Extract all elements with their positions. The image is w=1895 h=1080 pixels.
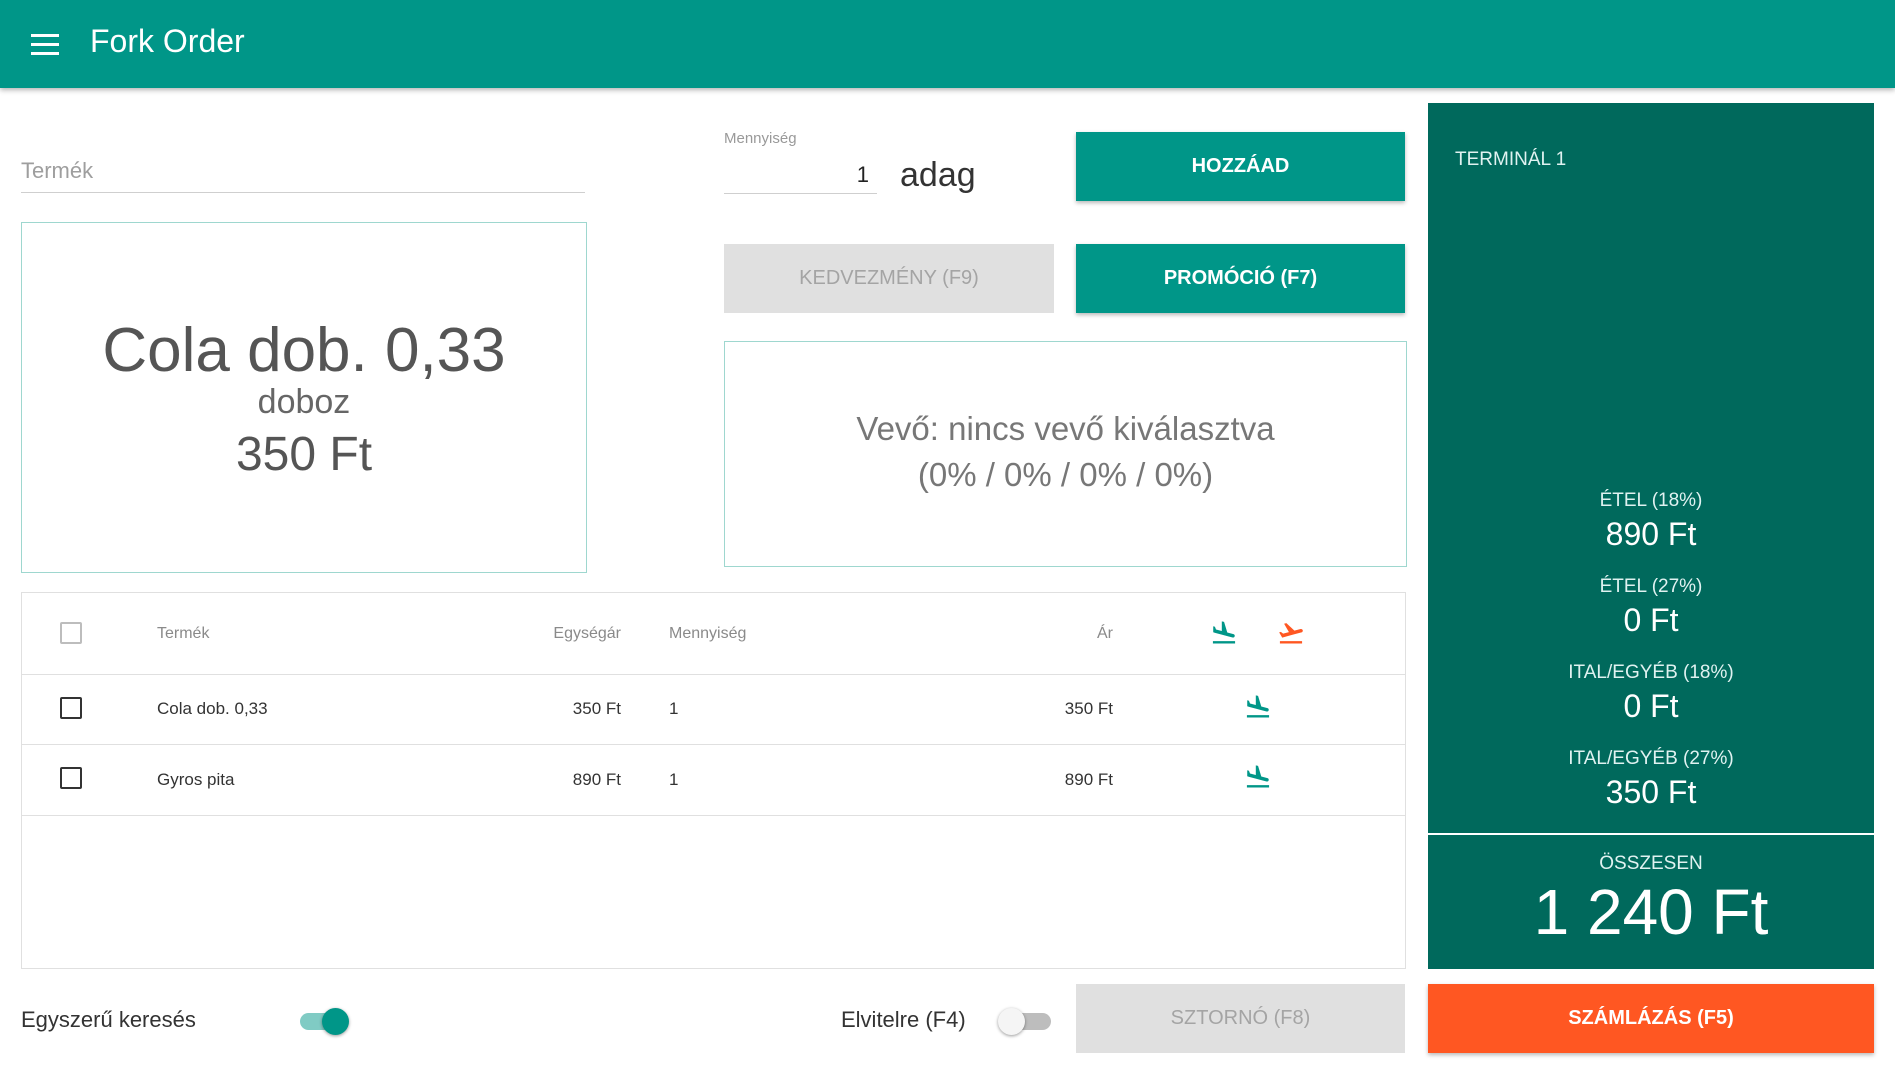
total-label: ÖSSZESEN (1599, 853, 1703, 874)
row-price: 350 Ft (1064, 699, 1113, 718)
select-all-checkbox[interactable] (60, 622, 82, 644)
order-table: Termék Egységár Mennyiség Ár Cola dob. 0… (21, 592, 1406, 969)
discount-button[interactable]: KEDVEZMÉNY (F9) (724, 244, 1054, 313)
simple-search-toggle[interactable] (298, 1006, 352, 1036)
selected-product-price: 350 Ft (235, 428, 373, 481)
product-input[interactable]: Termék (21, 150, 585, 194)
flight-land-icon[interactable] (1210, 619, 1238, 647)
app-title: Fork Order (90, 23, 245, 59)
flight-takeoff-icon[interactable] (1277, 619, 1305, 647)
customer-discounts: (0% / 0% / 0% / 0%) (917, 456, 1214, 493)
table-row[interactable]: Cola dob. 0,33 350 Ft 1 350 Ft (22, 674, 1405, 745)
toggle-thumb (322, 1008, 349, 1035)
add-button[interactable]: HOZZÁAD (1076, 132, 1405, 201)
quantity-value: 1 (856, 162, 869, 187)
takeaway-label: Elvitelre (F4) (841, 1007, 966, 1032)
tax-amount: 0 Ft (1623, 688, 1679, 724)
selected-product-name: Cola dob. 0,33 (102, 316, 506, 385)
total-value: 1 240 Ft (1533, 876, 1769, 948)
header-quantity: Mennyiség (669, 624, 747, 642)
menu-icon[interactable] (31, 34, 59, 56)
storno-button[interactable]: SZTORNÓ (F8) (1076, 984, 1405, 1053)
header-product: Termék (157, 624, 210, 642)
app-bar: Fork Order (0, 0, 1895, 88)
selected-product-unit: doboz (257, 383, 351, 421)
table-row[interactable]: Gyros pita 890 Ft 1 890 Ft (22, 745, 1405, 816)
header-price: Ár (1097, 624, 1113, 642)
takeaway-toggle[interactable] (995, 1006, 1055, 1036)
invoice-button[interactable]: SZÁMLÁZÁS (F5) (1428, 984, 1874, 1053)
tax-label: ITAL/EGYÉB (27%) (1568, 748, 1734, 769)
summary-panel: TERMINÁL 1 ÉTEL (18%) 890 Ft ÉTEL (27%) … (1428, 103, 1874, 969)
quantity-label: Mennyiség (724, 130, 797, 147)
customer-text: Vevő: nincs vevő kiválasztva (856, 410, 1275, 447)
tax-amount: 890 Ft (1605, 516, 1697, 552)
product-input-underline (21, 192, 585, 193)
tax-label: ÉTEL (18%) (1599, 490, 1703, 511)
promotion-button[interactable]: PROMÓCIÓ (F7) (1076, 244, 1405, 313)
row-checkbox[interactable] (60, 697, 82, 719)
flight-land-icon[interactable] (1244, 693, 1272, 721)
total-box: ÖSSZESEN 1 240 Ft (1428, 833, 1874, 969)
quantity-unit: adag (900, 156, 976, 194)
row-unit-price: 890 Ft (572, 770, 621, 789)
flight-land-icon[interactable] (1244, 763, 1272, 791)
table-header-row: Termék Egységár Mennyiség Ár (22, 593, 1405, 675)
customer-card[interactable]: Vevő: nincs vevő kiválasztva (0% / 0% / … (724, 341, 1407, 567)
row-unit-price: 350 Ft (572, 699, 621, 718)
simple-search-label: Egyszerű keresés (21, 1007, 196, 1032)
row-price: 890 Ft (1064, 770, 1113, 789)
row-checkbox[interactable] (60, 767, 82, 789)
row-product: Cola dob. 0,33 (157, 699, 268, 718)
selected-product-card: Cola dob. 0,33 doboz 350 Ft (21, 222, 587, 573)
toggle-thumb (998, 1008, 1025, 1035)
tax-label: ITAL/EGYÉB (18%) (1568, 662, 1734, 683)
header-unit-price: Egységár (553, 624, 621, 642)
row-quantity: 1 (669, 699, 679, 718)
tax-amount: 0 Ft (1623, 602, 1679, 638)
quantity-underline (724, 193, 877, 194)
tax-label: ÉTEL (27%) (1599, 576, 1703, 597)
quantity-input[interactable]: 1 (724, 158, 877, 194)
tax-amount: 350 Ft (1605, 774, 1697, 810)
product-input-label: Termék (21, 158, 94, 183)
terminal-name: TERMINÁL 1 (1455, 149, 1567, 170)
row-quantity: 1 (669, 770, 679, 789)
row-product: Gyros pita (157, 770, 235, 789)
